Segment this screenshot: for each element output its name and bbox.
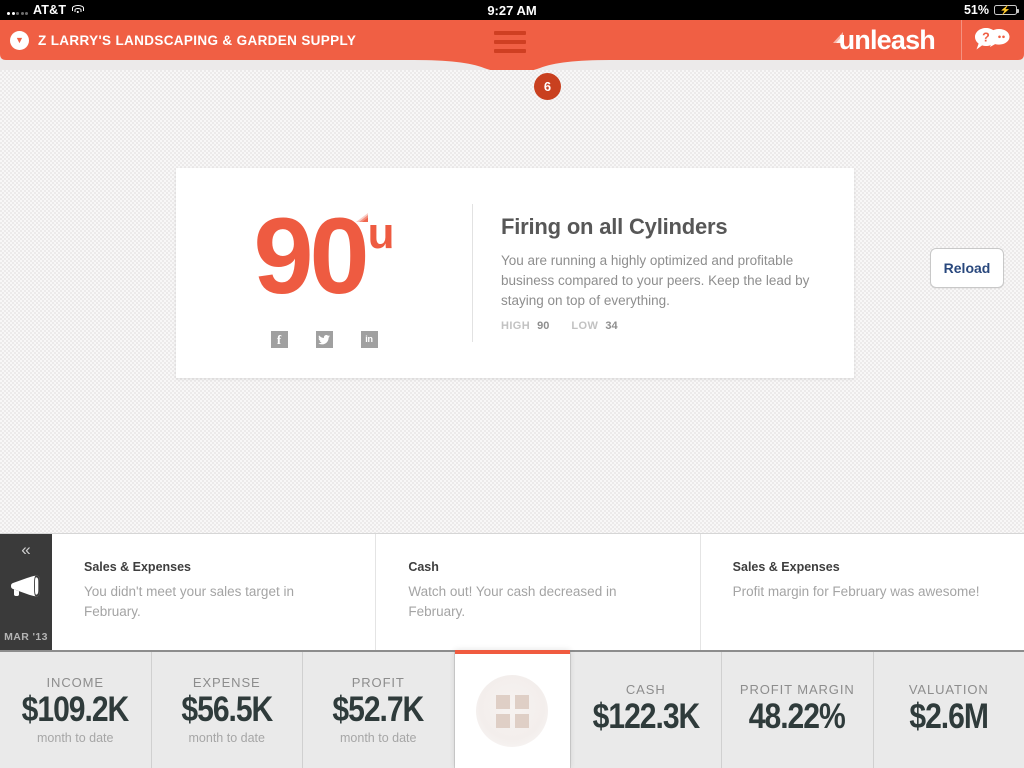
insight-title: Sales & Expenses xyxy=(732,560,840,574)
double-chevron-left-icon[interactable]: « xyxy=(21,541,30,558)
social-share-group: f in xyxy=(270,331,378,349)
score-panel: 90 u f in xyxy=(176,168,472,378)
twitter-share-icon[interactable] xyxy=(315,331,333,349)
unleash-logo: unleash xyxy=(832,24,961,56)
account-name-label: Z LARRY'S LANDSCAPING & GARDEN SUPPLY xyxy=(38,32,357,48)
score-unit-label: u xyxy=(367,208,395,258)
insights-strip: « MAR '13 Sales & Expenses You didn't me… xyxy=(0,533,1024,650)
high-stat: HIGH 90 xyxy=(501,320,549,332)
linkedin-share-icon[interactable]: in xyxy=(360,331,378,349)
metric-tile-cash[interactable]: CASH $122.3K xyxy=(570,652,721,768)
battery-charging-icon: ⚡ xyxy=(994,5,1020,15)
insight-card[interactable]: Cash Watch out! Your cash decreased in F… xyxy=(376,534,701,650)
metric-subtitle: month to date xyxy=(37,730,114,745)
status-bar-right: 51% ⚡ xyxy=(963,3,1020,17)
score-value-row: 90 u xyxy=(253,194,395,316)
low-stat: LOW 34 xyxy=(571,320,617,332)
megaphone-icon xyxy=(9,574,43,605)
score-card: 90 u f in Firing on all Cylinders You ar… xyxy=(176,168,854,378)
score-motion-lines-icon xyxy=(355,212,368,222)
insight-card[interactable]: Sales & Expenses You didn't meet your sa… xyxy=(52,534,377,650)
insight-card[interactable]: Sales & Expenses Profit margin for Febru… xyxy=(701,534,1024,650)
score-title: Firing on all Cylinders xyxy=(501,214,728,239)
help-speech-bubbles-icon[interactable]: ? xyxy=(962,20,1024,60)
score-value: 90 xyxy=(253,194,369,316)
metric-label: VALUATION xyxy=(908,682,989,698)
app-header: ▼ Z LARRY'S LANDSCAPING & GARDEN SUPPLY … xyxy=(0,20,1024,100)
metric-subtitle: month to date xyxy=(340,730,417,745)
insight-title: Cash xyxy=(408,560,439,574)
insight-text: Watch out! Your cash decreased in Februa… xyxy=(408,584,617,620)
metric-value: 48.22% xyxy=(749,697,846,737)
low-value: 34 xyxy=(605,319,618,332)
metric-tile-valuation[interactable]: VALUATION $2.6M xyxy=(873,652,1024,768)
high-value: 90 xyxy=(537,319,550,332)
metric-tile-income[interactable]: INCOME $109.2K month to date xyxy=(0,652,151,768)
insights-side-panel[interactable]: « MAR '13 xyxy=(0,534,52,650)
metric-value: $122.3K xyxy=(592,697,700,737)
logo-text: unleash xyxy=(838,24,936,55)
insight-text: Profit margin for February was awesome! xyxy=(732,584,980,599)
metric-tile-profit[interactable]: PROFIT $52.7K month to date xyxy=(303,652,454,768)
metric-label: INCOME xyxy=(46,675,104,691)
speech-bubbles-glyph: ? xyxy=(975,28,1010,50)
menu-badge-count[interactable]: 6 xyxy=(534,73,561,100)
chevron-down-icon: ▼ xyxy=(10,30,29,50)
grid-dots-glyph xyxy=(495,694,529,728)
metric-label: CASH xyxy=(625,682,666,698)
reload-button[interactable]: Reload xyxy=(930,248,1004,288)
metric-subtitle: month to date xyxy=(188,730,265,745)
megaphone-glyph xyxy=(11,575,40,597)
header-right-group: unleash ? xyxy=(832,20,1024,60)
grid-apps-button[interactable] xyxy=(454,650,570,768)
metric-tile-profit-margin[interactable]: PROFIT MARGIN 48.22% xyxy=(722,652,873,768)
metric-value: $109.2K xyxy=(21,690,130,730)
insight-text: You didn't meet your sales target in Feb… xyxy=(84,584,294,620)
metric-tile-expense[interactable]: EXPENSE $56.5K month to date xyxy=(151,652,302,768)
score-range-stats: HIGH 90 LOW 34 xyxy=(501,320,854,332)
metric-value: $2.6M xyxy=(909,697,989,737)
score-description: You are running a highly optimized and p… xyxy=(501,253,810,308)
ios-status-bar: AT&T 9:27 AM 51% ⚡ xyxy=(0,0,1024,20)
account-selector[interactable]: ▼ Z LARRY'S LANDSCAPING & GARDEN SUPPLY xyxy=(0,30,357,50)
score-details: Firing on all Cylinders You are running … xyxy=(473,168,854,378)
metric-label: EXPENSE xyxy=(192,675,261,691)
clock-label: 9:27 AM xyxy=(487,2,537,18)
metric-value: $52.7K xyxy=(332,690,425,730)
metric-label: PROFIT MARGIN xyxy=(739,682,855,698)
insight-title: Sales & Expenses xyxy=(84,560,192,574)
low-label: LOW xyxy=(571,319,599,332)
metric-label: PROFIT xyxy=(351,675,405,691)
facebook-share-icon[interactable]: f xyxy=(270,331,288,349)
metrics-bar: INCOME $109.2K month to date EXPENSE $56… xyxy=(0,650,1024,768)
svg-text:?: ? xyxy=(982,31,990,45)
twitter-bird-glyph xyxy=(318,334,330,345)
hamburger-icon[interactable] xyxy=(494,31,526,53)
high-label: HIGH xyxy=(501,319,531,332)
score-unit-group: u xyxy=(355,208,395,258)
metric-value: $56.5K xyxy=(181,690,273,730)
insights-month-label: MAR '13 xyxy=(4,631,48,643)
battery-percent-label: 51% xyxy=(963,3,989,17)
logo-swoosh-icon xyxy=(832,31,843,43)
grid-apps-icon xyxy=(476,675,548,747)
